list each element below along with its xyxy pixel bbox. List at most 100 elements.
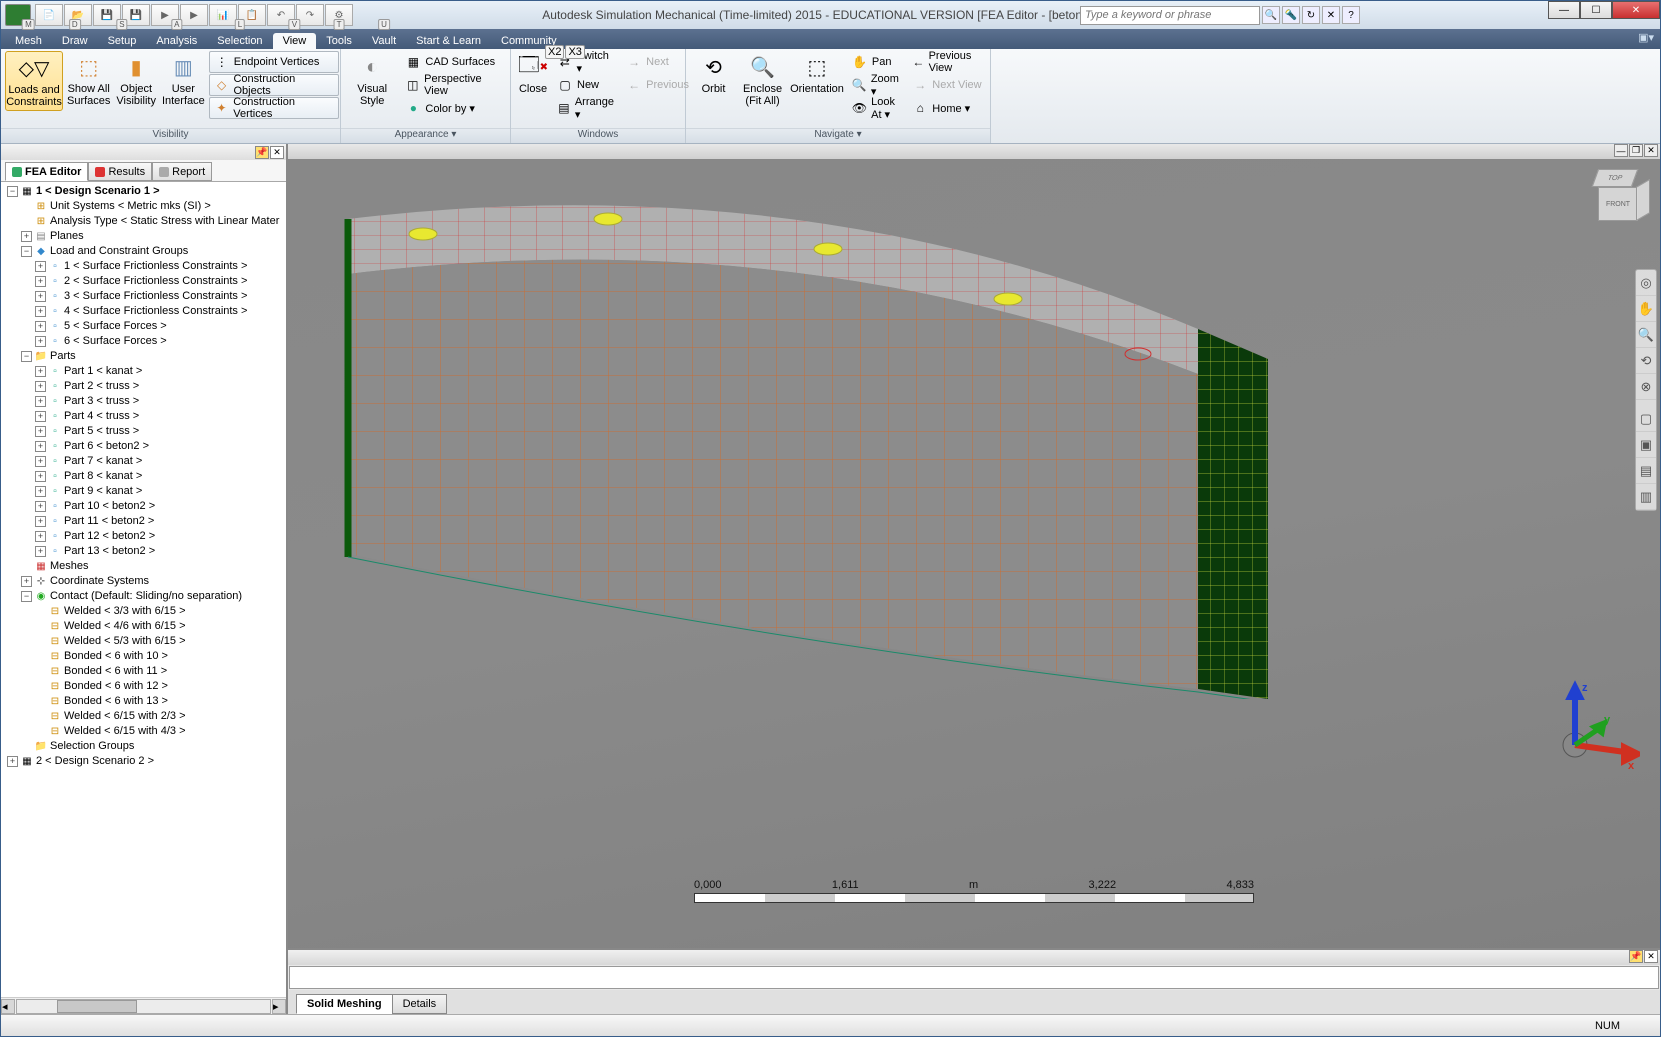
- tree-item[interactable]: +▫Part 2 < truss >: [33, 379, 284, 394]
- orientation-button[interactable]: ⬚ Orientation: [788, 51, 846, 97]
- tab-start-learn[interactable]: Start & Learn: [406, 33, 491, 49]
- sync-icon[interactable]: ↻: [1302, 6, 1320, 24]
- vp-restore-icon[interactable]: ❐: [1629, 144, 1643, 157]
- key-icon[interactable]: 🔦: [1282, 6, 1300, 24]
- tab-vault[interactable]: UVault: [362, 33, 406, 49]
- pin-icon[interactable]: 📌: [255, 146, 269, 159]
- tree-item[interactable]: +▫Part 3 < truss >: [33, 394, 284, 409]
- cmd-close-icon[interactable]: ✕: [1644, 950, 1658, 963]
- tree-analysis-type[interactable]: Analysis Type < Static Stress with Linea…: [50, 214, 279, 229]
- tree-item[interactable]: ⊟Welded < 3/3 with 6/15 >: [33, 604, 284, 619]
- search-icon[interactable]: 🔍: [1262, 6, 1280, 24]
- qat-btn-6[interactable]: ▶: [180, 4, 208, 26]
- tree-item[interactable]: +▫2 < Surface Frictionless Constraints >: [33, 274, 284, 289]
- tree-selgroups[interactable]: Selection Groups: [50, 739, 134, 754]
- close-search-icon[interactable]: ✕: [1322, 6, 1340, 24]
- endpoint-vertices-button[interactable]: ⋮Endpoint Vertices: [209, 51, 339, 73]
- tree-item[interactable]: ⊟Bonded < 6 with 13 >: [33, 694, 284, 709]
- enclose-button[interactable]: 🔍 Enclose (Fit All): [739, 51, 786, 109]
- tree-item[interactable]: ⊟Welded < 6/15 with 4/3 >: [33, 724, 284, 739]
- home-button[interactable]: ⌂Home ▾: [908, 97, 986, 119]
- tree-unit[interactable]: Unit Systems < Metric mks (SI) >: [50, 199, 211, 214]
- tree-parts[interactable]: Parts: [50, 349, 76, 364]
- details-tab[interactable]: Details: [392, 994, 448, 1014]
- tree-item[interactable]: +▫3 < Surface Frictionless Constraints >: [33, 289, 284, 304]
- tree-item[interactable]: +▫Part 8 < kanat >: [33, 469, 284, 484]
- previous-view-button[interactable]: ←Previous View: [908, 51, 986, 73]
- tree-item[interactable]: ⊟Welded < 6/15 with 2/3 >: [33, 709, 284, 724]
- ribbon-options-icon[interactable]: ▣▾: [1638, 31, 1654, 44]
- loads-constraints-button[interactable]: ◇▽ Loads and Constraints: [5, 51, 63, 111]
- tab-mesh[interactable]: MMesh: [5, 33, 52, 49]
- tool-c-icon[interactable]: ▤: [1636, 458, 1656, 484]
- user-interface-button[interactable]: ▥ User Interface: [160, 51, 207, 109]
- tab-selection[interactable]: LSelection: [207, 33, 272, 49]
- tree-item[interactable]: +▫Part 10 < beton2 >: [33, 499, 284, 514]
- tree-item[interactable]: +▫1 < Surface Frictionless Constraints >: [33, 259, 284, 274]
- tab-view[interactable]: VView: [273, 33, 317, 49]
- zoom-button[interactable]: 🔍Zoom ▾: [848, 74, 906, 96]
- report-tab[interactable]: Report: [152, 162, 212, 181]
- tree-item[interactable]: +▫Part 7 < kanat >: [33, 454, 284, 469]
- tree-root[interactable]: 1 < Design Scenario 1 >: [36, 184, 160, 199]
- tab-analysis[interactable]: AAnalysis: [146, 33, 207, 49]
- zoom-tool-icon[interactable]: 🔍: [1636, 322, 1656, 348]
- qat-btn-7[interactable]: 📊: [209, 4, 237, 26]
- orbit-tool-icon[interactable]: ⟲: [1636, 348, 1656, 374]
- tree-planes[interactable]: Planes: [50, 229, 84, 244]
- minimize-button[interactable]: —: [1548, 1, 1580, 19]
- search-input[interactable]: [1080, 6, 1260, 25]
- orbit-button[interactable]: ⟲ Orbit: [690, 51, 737, 97]
- cmd-pin-icon[interactable]: 📌: [1629, 950, 1643, 963]
- lookat-button[interactable]: 👁Look At ▾: [848, 97, 906, 119]
- panel-close-icon[interactable]: ✕: [270, 146, 284, 159]
- fea-editor-tab[interactable]: FEA Editor: [5, 162, 88, 181]
- object-visibility-button[interactable]: ▮ Object Visibility: [114, 51, 158, 109]
- tab-tools[interactable]: TTools: [316, 33, 362, 49]
- view-cube[interactable]: TOP FRONT: [1588, 169, 1642, 223]
- steering-wheel-icon[interactable]: ◎: [1636, 270, 1656, 296]
- construction-vertices-button[interactable]: ✦Construction Vertices: [209, 97, 339, 119]
- tree-item[interactable]: +▫Part 6 < beton2 >: [33, 439, 284, 454]
- tree-item[interactable]: ⊟Bonded < 6 with 10 >: [33, 649, 284, 664]
- new-window-button[interactable]: ▢New: [553, 74, 620, 96]
- tree-item[interactable]: ⊟Bonded < 6 with 11 >: [33, 664, 284, 679]
- tree-item[interactable]: +▫Part 12 < beton2 >: [33, 529, 284, 544]
- 3d-viewport[interactable]: TOP FRONT ◎ ✋ 🔍 ⟲ ⊗ ▢ ▣ ▤ ▥: [288, 159, 1660, 948]
- perspective-view-button[interactable]: ◫Perspective View: [401, 74, 506, 96]
- tree-load-groups[interactable]: Load and Constraint Groups: [50, 244, 188, 259]
- close-button[interactable]: ✕: [1612, 1, 1660, 19]
- maximize-button[interactable]: ☐: [1580, 1, 1612, 19]
- pan-tool-icon[interactable]: ✋: [1636, 296, 1656, 322]
- help-icon[interactable]: ?: [1342, 6, 1360, 24]
- tree-item[interactable]: +▫5 < Surface Forces >: [33, 319, 284, 334]
- tree-item[interactable]: +▫Part 5 < truss >: [33, 424, 284, 439]
- tool-b-icon[interactable]: ▣: [1636, 432, 1656, 458]
- show-all-surfaces-button[interactable]: ⬚ Show All Surfaces: [65, 51, 112, 109]
- tree-hscroll[interactable]: ◂▸: [1, 997, 286, 1014]
- tree-item[interactable]: ⊟Welded < 4/6 with 6/15 >: [33, 619, 284, 634]
- vp-close-icon[interactable]: ✕: [1644, 144, 1658, 157]
- vp-minimize-icon[interactable]: —: [1614, 144, 1628, 157]
- tree-item[interactable]: ⊟Welded < 5/3 with 6/15 >: [33, 634, 284, 649]
- tree-item[interactable]: +▫6 < Surface Forces >: [33, 334, 284, 349]
- lookat-tool-icon[interactable]: ⊗: [1636, 374, 1656, 400]
- tree-item[interactable]: +▫Part 1 < kanat >: [33, 364, 284, 379]
- tree-coord[interactable]: Coordinate Systems: [50, 574, 149, 589]
- arrange-button[interactable]: ▤Arrange ▾: [553, 97, 620, 119]
- visual-style-button[interactable]: ◐ Visual Style: [345, 51, 399, 109]
- tree-item[interactable]: +▫Part 4 < truss >: [33, 409, 284, 424]
- tree-item[interactable]: +▫4 < Surface Frictionless Constraints >: [33, 304, 284, 319]
- qat-btn-1[interactable]: 📄: [35, 4, 63, 26]
- appearance-panel-title[interactable]: Appearance ▾: [341, 128, 510, 143]
- command-input[interactable]: [289, 966, 1659, 989]
- tree-contact[interactable]: Contact (Default: Sliding/no separation): [50, 589, 242, 604]
- tree-item[interactable]: +▫Part 11 < beton2 >: [33, 514, 284, 529]
- tool-d-icon[interactable]: ▥: [1636, 484, 1656, 510]
- solid-meshing-tab[interactable]: Solid Meshing: [296, 994, 393, 1014]
- tree-meshes[interactable]: Meshes: [50, 559, 89, 574]
- tree-item[interactable]: +▫Part 13 < beton2 >: [33, 544, 284, 559]
- construction-objects-button[interactable]: ◇Construction Objects: [209, 74, 339, 96]
- cad-surfaces-button[interactable]: ▦CAD Surfaces: [401, 51, 506, 73]
- tree-item[interactable]: ⊟Bonded < 6 with 12 >: [33, 679, 284, 694]
